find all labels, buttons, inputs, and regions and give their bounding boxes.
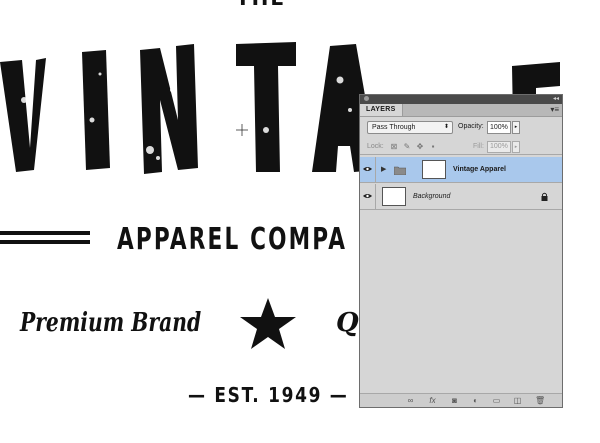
fx-icon[interactable]: fx bbox=[428, 396, 437, 405]
layer-row-vintage-apparel[interactable]: ▶ Vintage Apparel bbox=[360, 157, 562, 183]
panel-tab-row: LAYERS ▾≡ bbox=[360, 104, 562, 117]
apparel-company-text: APPAREL COMPA bbox=[117, 222, 348, 257]
letter-n bbox=[140, 44, 198, 174]
panel-bottom-toolbar: ∞ fx ◙ ◐ ▭ ◫ 🗑 bbox=[360, 393, 562, 407]
collapse-icon[interactable]: ◂◂ bbox=[553, 95, 559, 103]
adjustment-icon[interactable]: ◐ bbox=[471, 396, 480, 405]
folder-icon bbox=[394, 166, 406, 175]
trash-icon[interactable]: 🗑 bbox=[535, 396, 545, 405]
opacity-label: Opacity: bbox=[458, 123, 484, 130]
lock-controls: Lock: ⊠ ✎ ✥ ▪ Fill: 100% ▸ bbox=[360, 141, 562, 155]
fill-input[interactable]: 100% bbox=[487, 141, 511, 153]
layer-thumbnail bbox=[422, 160, 446, 179]
fill-label: Fill: bbox=[473, 143, 484, 150]
lock-position-icon[interactable]: ✥ bbox=[416, 143, 424, 151]
blend-mode-value: Pass Through bbox=[372, 124, 416, 131]
lock-transparent-icon[interactable]: ⊠ bbox=[390, 143, 398, 151]
lock-icon bbox=[541, 192, 548, 201]
visibility-toggle[interactable] bbox=[360, 184, 376, 209]
layer-row-background[interactable]: Background bbox=[360, 184, 562, 210]
expand-triangle-icon[interactable]: ▶ bbox=[381, 165, 386, 173]
eye-icon bbox=[363, 194, 372, 198]
star-icon bbox=[240, 298, 296, 349]
the-text: THE bbox=[236, 0, 286, 10]
letter-i bbox=[82, 50, 110, 170]
letter-t bbox=[236, 42, 296, 172]
tab-layers[interactable]: LAYERS bbox=[360, 104, 403, 116]
est-text: — EST. 1949 — bbox=[188, 383, 349, 407]
lock-label: Lock: bbox=[367, 143, 384, 150]
premium-brand-text: Premium Brand bbox=[20, 308, 202, 338]
opacity-input[interactable]: 100% bbox=[487, 121, 511, 134]
layer-name[interactable]: Vintage Apparel bbox=[453, 166, 506, 173]
layer-thumbnail bbox=[382, 187, 406, 206]
layers-panel: ◂◂ LAYERS ▾≡ Pass Through ⬍ Opacity: 100… bbox=[359, 94, 563, 408]
new-layer-icon[interactable]: ◫ bbox=[513, 396, 522, 405]
lock-brush-icon[interactable]: ✎ bbox=[403, 143, 411, 151]
lock-all-icon[interactable]: ▪ bbox=[429, 143, 437, 151]
link-icon[interactable]: ∞ bbox=[406, 396, 415, 405]
eye-icon bbox=[363, 167, 372, 171]
new-group-icon[interactable]: ▭ bbox=[492, 396, 501, 405]
close-icon[interactable] bbox=[364, 96, 369, 101]
opacity-dropdown-button[interactable]: ▸ bbox=[512, 121, 520, 134]
blend-controls: Pass Through ⬍ Opacity: 100% ▸ bbox=[360, 121, 562, 135]
layer-name[interactable]: Background bbox=[413, 193, 450, 200]
updown-arrow-icon: ⬍ bbox=[443, 124, 449, 130]
panel-titlebar[interactable]: ◂◂ bbox=[360, 95, 562, 104]
crosshair-icon bbox=[236, 124, 248, 136]
fill-dropdown-button[interactable]: ▸ bbox=[512, 141, 520, 153]
visibility-toggle[interactable] bbox=[360, 157, 376, 182]
blend-mode-select[interactable]: Pass Through ⬍ bbox=[367, 121, 453, 134]
letter-v bbox=[0, 58, 46, 172]
mask-icon[interactable]: ◙ bbox=[450, 396, 459, 405]
panel-menu-icon[interactable]: ▾≡ bbox=[550, 105, 559, 115]
